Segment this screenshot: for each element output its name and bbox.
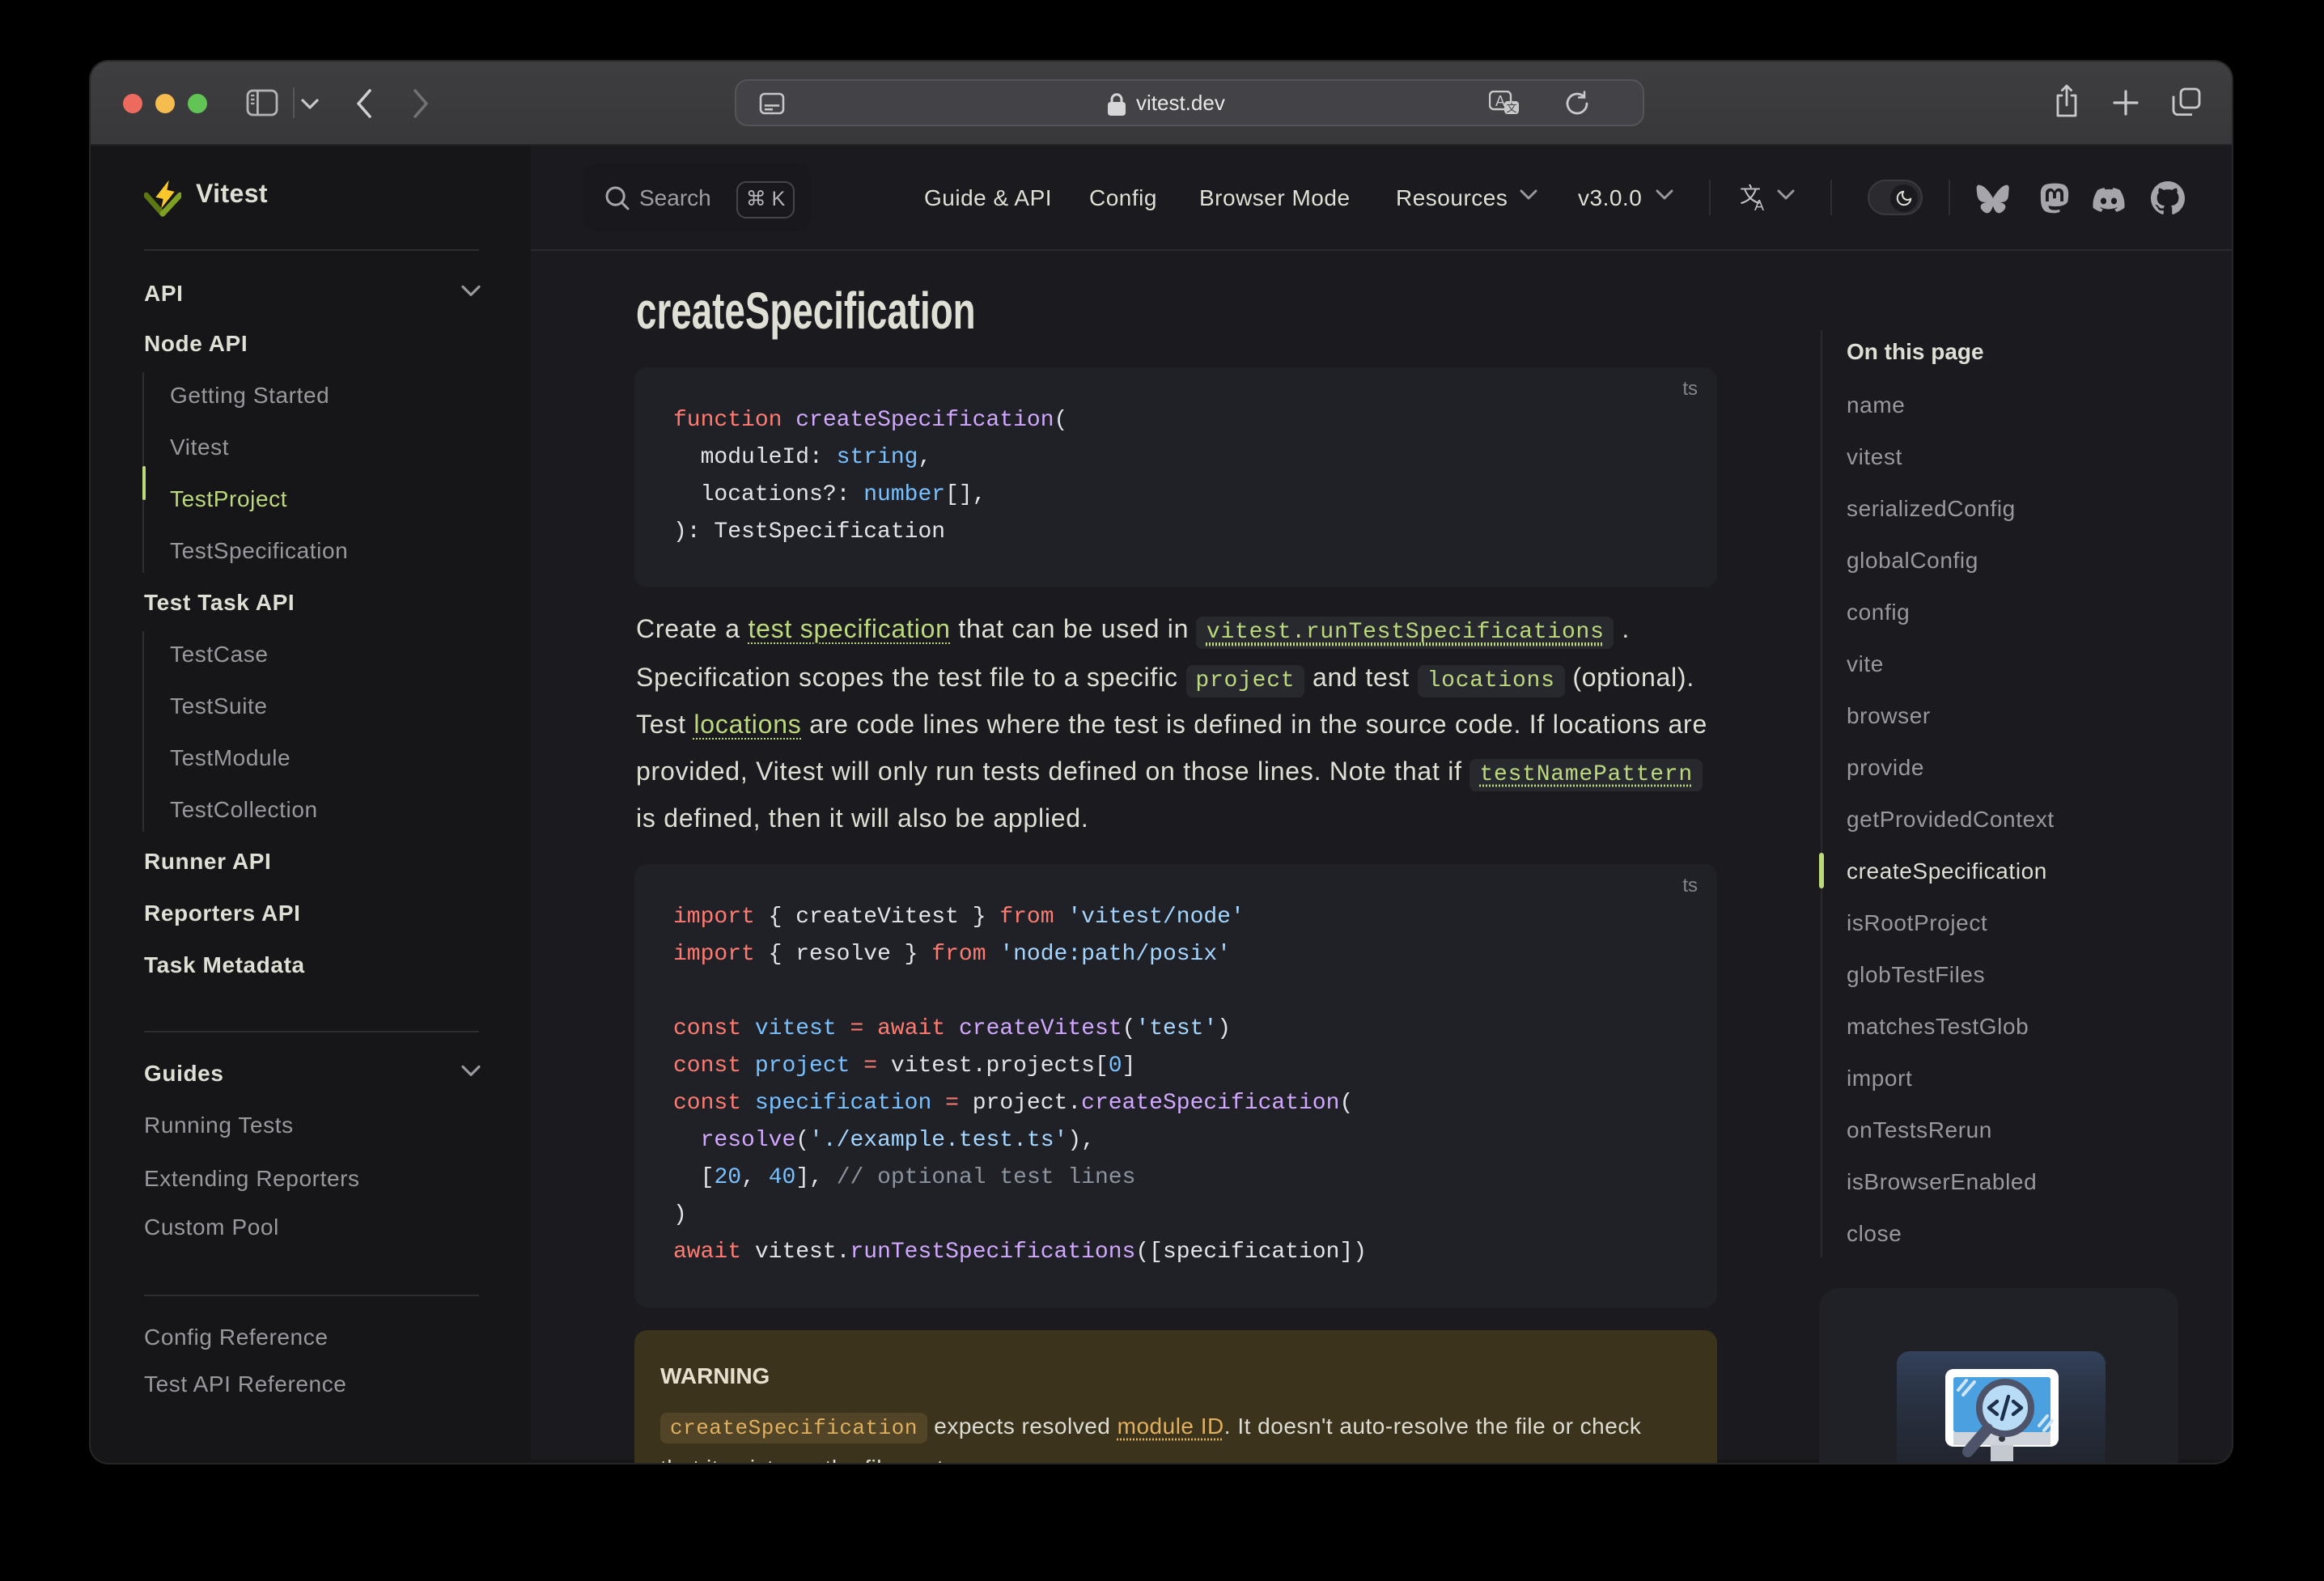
svg-text:A: A [1754, 197, 1764, 212]
